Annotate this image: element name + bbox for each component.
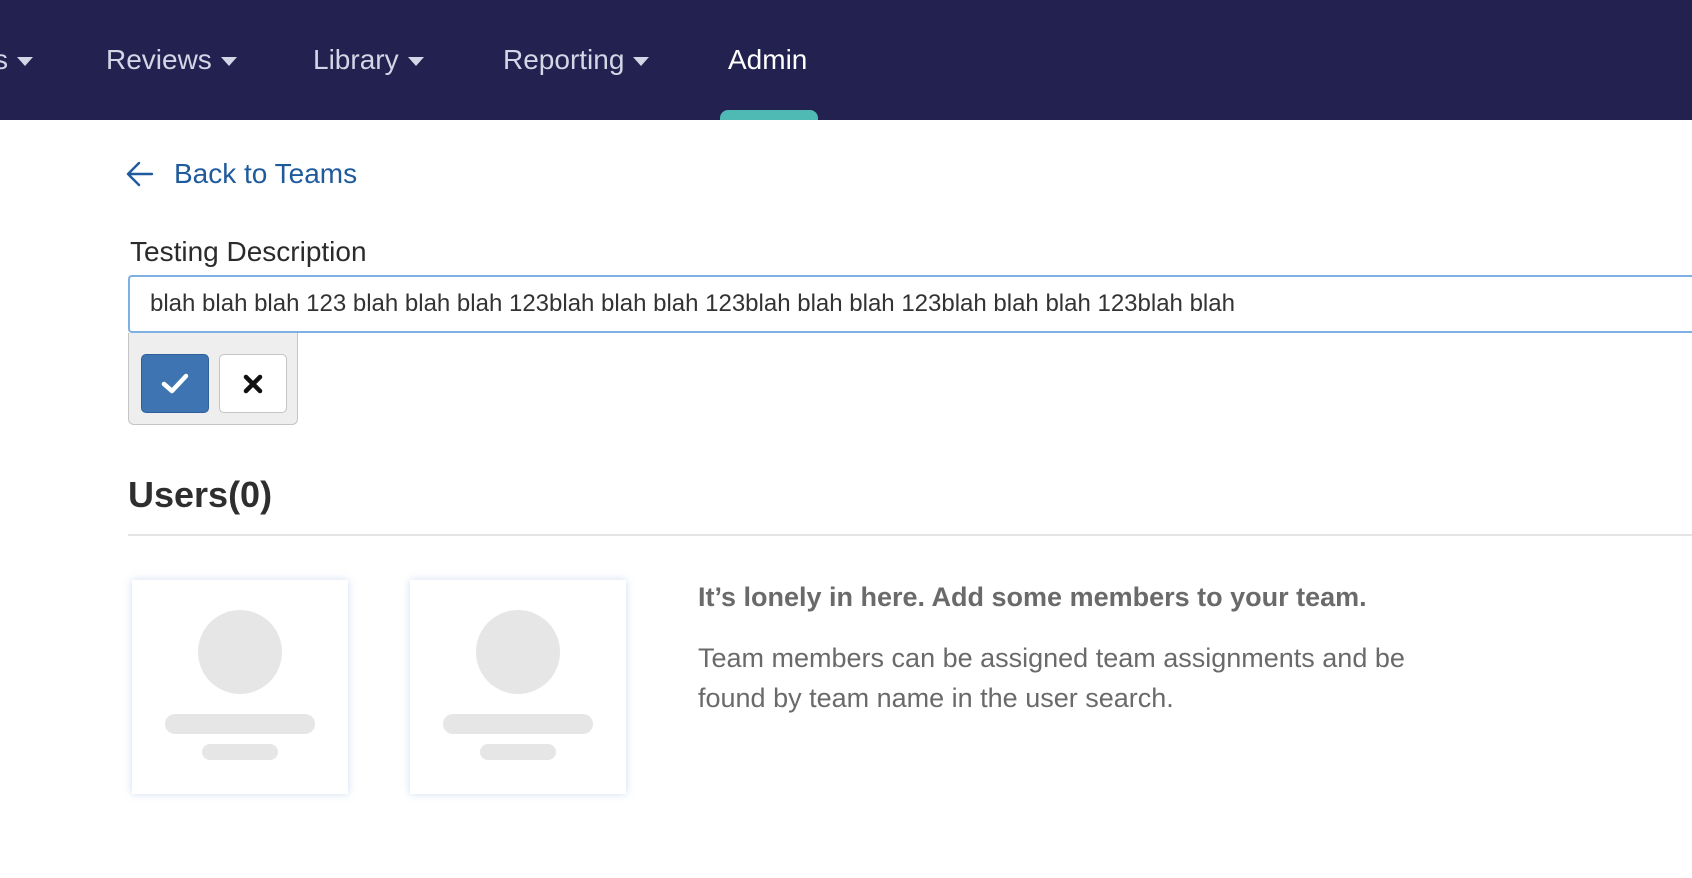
empty-state-heading: It’s lonely in here. Add some members to… <box>698 582 1367 612</box>
section-divider <box>128 534 1692 536</box>
nav-item-reviews[interactable]: Reviews <box>106 0 237 120</box>
caret-down-icon <box>17 56 33 66</box>
back-to-teams-link[interactable]: Back to Teams <box>126 158 357 190</box>
caret-down-icon <box>220 56 237 66</box>
nav-item-reporting[interactable]: Reporting <box>503 0 650 120</box>
close-icon <box>243 374 263 393</box>
users-section-title: Users(0) <box>128 474 273 515</box>
nav-item-admin[interactable]: Admin <box>728 0 807 120</box>
nav-item-truncated[interactable]: s <box>0 0 33 120</box>
nav-item-label: Reporting <box>503 44 625 75</box>
cancel-button[interactable] <box>219 354 287 413</box>
user-placeholder-card <box>132 580 348 794</box>
top-navigation-bar: s Reviews Library Reporting Admin <box>0 0 1692 120</box>
arrow-left-icon <box>126 161 154 187</box>
avatar-placeholder <box>198 610 282 694</box>
nav-item-label: Reviews <box>106 44 212 75</box>
nav-item-label: s <box>0 44 8 75</box>
subtitle-placeholder <box>480 744 556 760</box>
nav-item-label: Admin <box>728 44 808 75</box>
nav-item-library[interactable]: Library <box>313 0 424 120</box>
nav-item-label: Library <box>313 44 399 75</box>
caret-down-icon <box>633 56 650 66</box>
name-placeholder <box>165 714 315 734</box>
back-link-label: Back to Teams <box>174 158 358 189</box>
active-nav-indicator <box>720 110 818 120</box>
checkmark-icon <box>161 373 189 393</box>
name-placeholder <box>443 714 593 734</box>
caret-down-icon <box>407 56 424 66</box>
description-input[interactable] <box>128 275 1692 333</box>
description-field-label: Testing Description <box>130 236 367 267</box>
avatar-placeholder <box>476 610 560 694</box>
confirm-button[interactable] <box>141 354 209 413</box>
empty-state-body: Team members can be assigned team assign… <box>698 643 1405 713</box>
inline-edit-actions <box>128 333 298 425</box>
user-placeholder-card <box>410 580 626 794</box>
subtitle-placeholder <box>202 744 278 760</box>
